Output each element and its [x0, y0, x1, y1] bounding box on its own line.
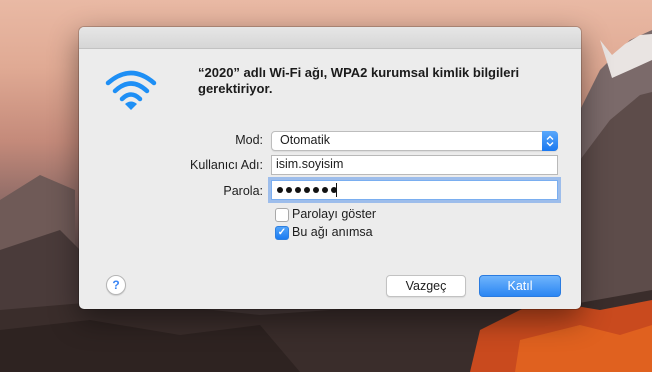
cancel-button[interactable]: Vazgeç	[386, 275, 466, 297]
text-caret	[336, 183, 337, 197]
password-dot	[286, 187, 292, 193]
remember-network-label: Bu ağı anımsa	[292, 225, 373, 239]
show-password-checkbox[interactable]	[275, 208, 289, 222]
join-button[interactable]: Katıl	[479, 275, 561, 297]
password-dot	[322, 187, 328, 193]
mode-select-value: Otomatik	[280, 133, 331, 147]
password-dots	[277, 187, 337, 193]
remember-network-checkbox[interactable]: ✓	[275, 226, 289, 240]
password-label: Parola:	[223, 184, 263, 198]
help-button[interactable]: ?	[106, 275, 126, 295]
mode-select[interactable]: Otomatik	[271, 131, 558, 151]
wifi-credentials-dialog: “2020” adlı Wi-Fi ağı, WPA2 kurumsal kim…	[79, 27, 581, 309]
password-dot	[304, 187, 310, 193]
username-field[interactable]: isim.soyisim	[271, 155, 558, 175]
password-field[interactable]	[271, 180, 558, 200]
dialog-titlebar	[79, 27, 581, 49]
wifi-icon	[105, 70, 157, 110]
password-dot	[313, 187, 319, 193]
password-dot	[277, 187, 283, 193]
password-dot	[295, 187, 301, 193]
show-password-label: Parolayı göster	[292, 207, 377, 221]
checkmark-icon: ✓	[277, 227, 287, 238]
dialog-message: “2020” adlı Wi-Fi ağı, WPA2 kurumsal kim…	[198, 65, 520, 96]
username-label: Kullanıcı Adı:	[190, 158, 263, 172]
chevron-up-down-icon[interactable]	[542, 131, 558, 151]
username-value: isim.soyisim	[276, 157, 344, 171]
mode-label: Mod:	[235, 133, 263, 147]
